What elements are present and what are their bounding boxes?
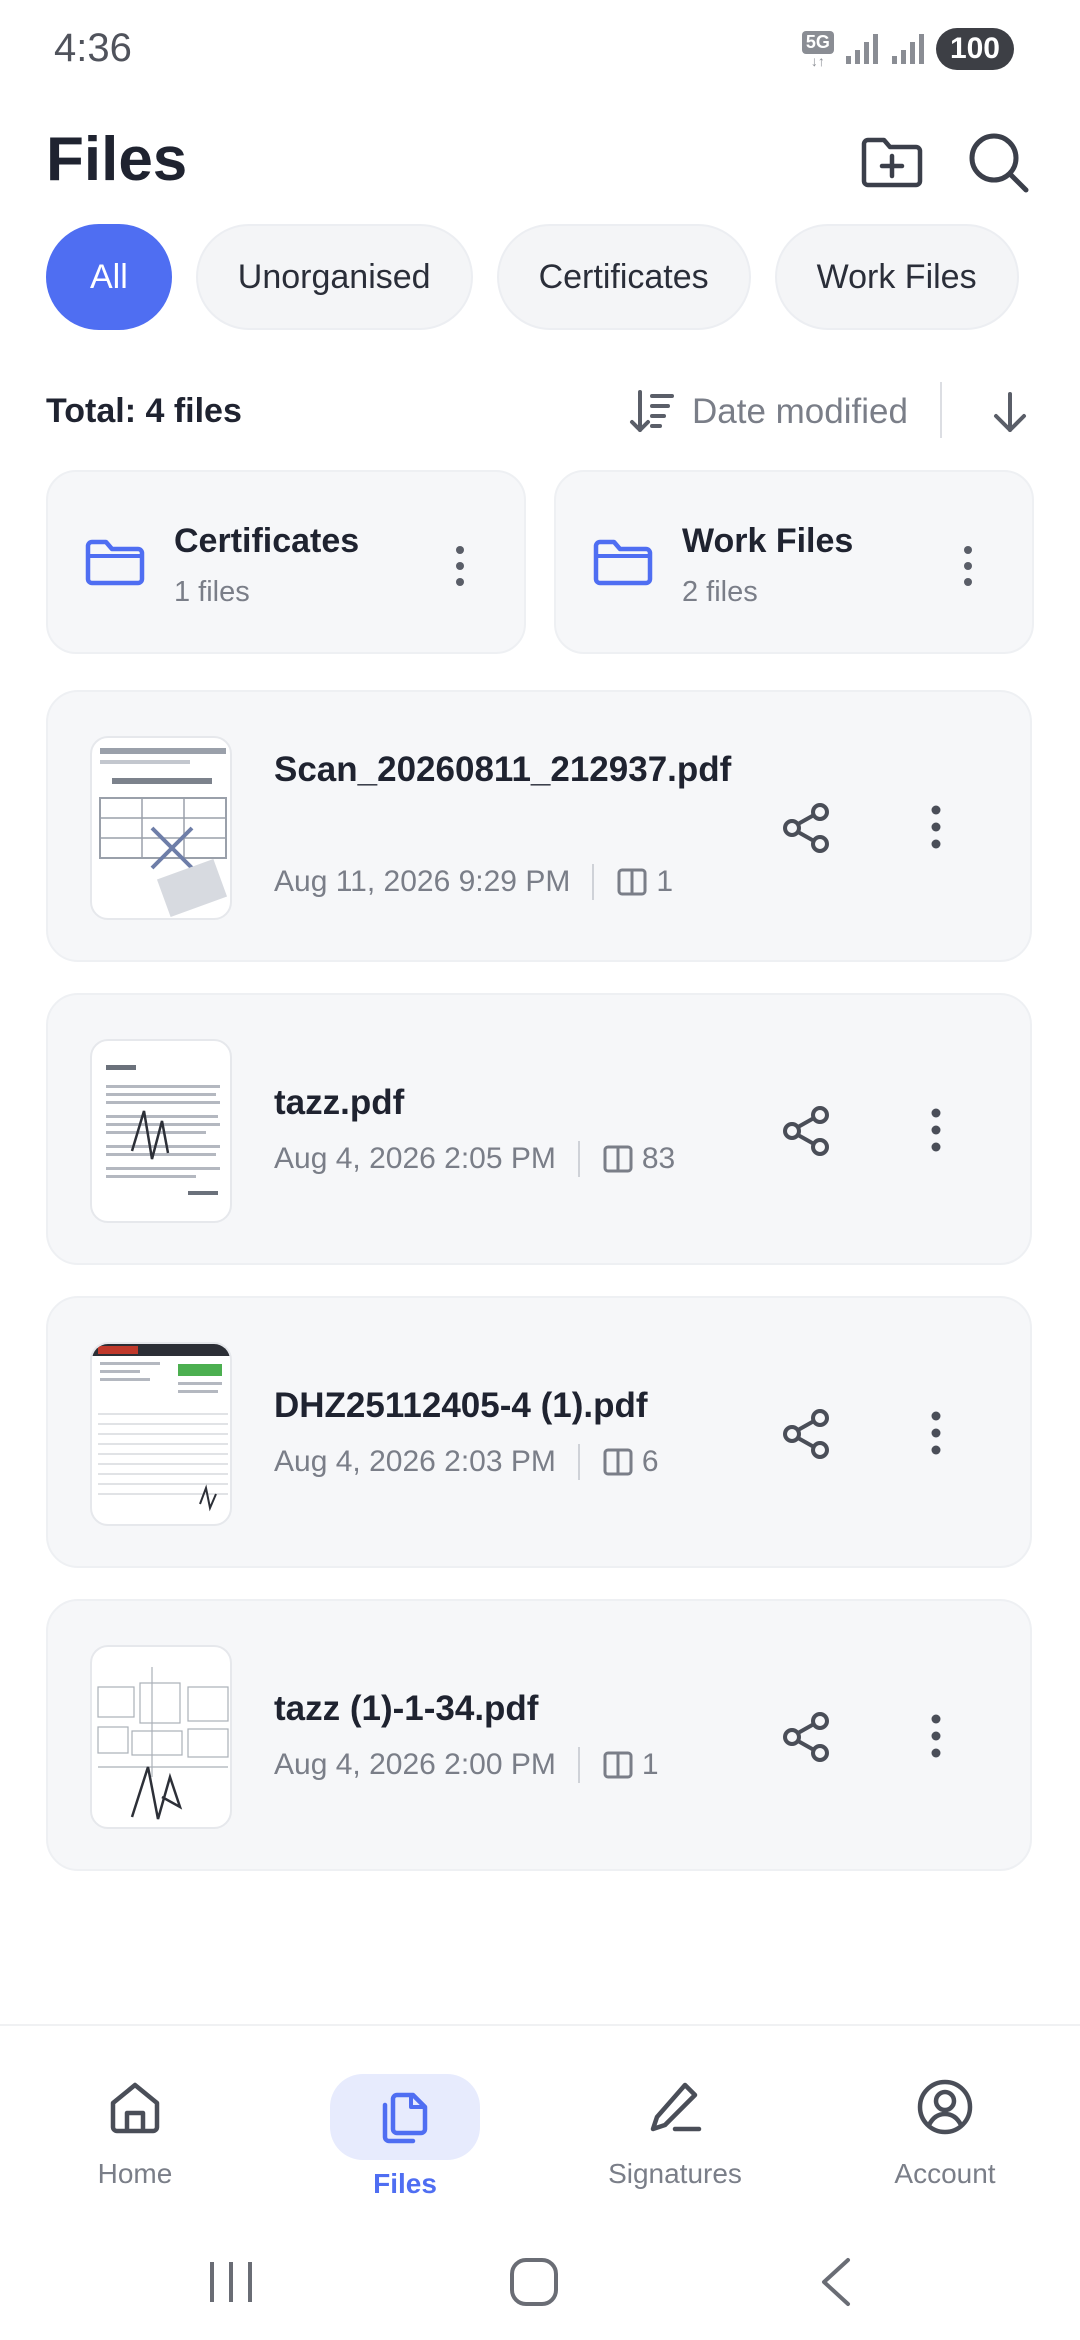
file-card[interactable]: tazz.pdf Aug 4, 2026 2:05 PM 83 xyxy=(46,993,1032,1265)
nav-icon-container xyxy=(330,2074,480,2160)
file-name: Scan_20260811_212937.pdf xyxy=(274,750,732,789)
meta-divider xyxy=(577,1444,580,1480)
folder-icon xyxy=(85,539,145,586)
more-vertical-icon[interactable] xyxy=(928,802,944,852)
file-card[interactable]: DHZ25112405-4 (1).pdf Aug 4, 2026 2:03 P… xyxy=(46,1296,1032,1568)
nav-home[interactable]: Home xyxy=(20,2046,250,2196)
more-vertical-icon[interactable] xyxy=(928,1105,944,1155)
pages-icon xyxy=(603,1751,633,1779)
folder-name: Work Files xyxy=(682,522,854,560)
file-meta: Aug 4, 2026 2:03 PM 6 xyxy=(274,1444,659,1480)
status-time: 4:36 xyxy=(54,26,132,70)
pen-icon xyxy=(650,2082,702,2132)
chip-all[interactable]: All xyxy=(46,224,172,330)
total-count: Total: 4 files xyxy=(46,392,242,430)
file-name: DHZ25112405-4 (1).pdf xyxy=(274,1386,648,1425)
page-count: 6 xyxy=(641,1445,659,1478)
more-vertical-icon[interactable] xyxy=(452,542,468,590)
page-count: 1 xyxy=(641,1748,659,1781)
more-vertical-icon[interactable] xyxy=(928,1408,944,1458)
file-meta: Aug 11, 2026 9:29 PM 1 xyxy=(274,864,673,900)
page-count: 83 xyxy=(641,1142,676,1175)
home-button-icon[interactable] xyxy=(508,2256,560,2308)
nav-icon-container xyxy=(600,2074,750,2140)
file-thumbnail xyxy=(90,1039,232,1223)
folder-card-certificates[interactable]: Certificates 1 files xyxy=(46,470,526,654)
file-meta: Aug 4, 2026 2:00 PM 1 xyxy=(274,1747,659,1783)
pages-icon xyxy=(603,1145,633,1173)
signal-icon-2 xyxy=(891,34,924,64)
nav-icon-container xyxy=(870,2074,1020,2140)
file-date: Aug 11, 2026 9:29 PM xyxy=(274,865,571,898)
signal-icon xyxy=(845,34,878,64)
nav-signatures[interactable]: Signatures xyxy=(560,2046,790,2196)
chip-work-files[interactable]: Work Files xyxy=(774,224,1019,330)
pages-icon xyxy=(603,1448,633,1476)
folder-count: 1 files xyxy=(174,576,250,608)
sort-label[interactable]: Date modified xyxy=(692,392,908,432)
nav-icon-container xyxy=(60,2074,210,2140)
sort-icon[interactable] xyxy=(626,386,678,438)
file-date: Aug 4, 2026 2:03 PM xyxy=(274,1445,556,1478)
system-nav-bar xyxy=(0,2224,1080,2340)
file-date: Aug 4, 2026 2:00 PM xyxy=(274,1748,556,1781)
nav-label: Home xyxy=(97,2158,173,2189)
more-vertical-icon[interactable] xyxy=(960,542,976,590)
file-name: tazz.pdf xyxy=(274,1083,405,1122)
meta-divider xyxy=(577,1141,580,1177)
sort-divider xyxy=(940,382,942,438)
nav-label: Signatures xyxy=(608,2158,742,2189)
page-title: Files xyxy=(46,125,188,194)
chip-certificates[interactable]: Certificates xyxy=(496,224,751,330)
file-thumbnail xyxy=(90,1645,232,1829)
meta-divider xyxy=(592,864,595,900)
more-vertical-icon[interactable] xyxy=(928,1711,944,1761)
chip-unorganised[interactable]: Unorganised xyxy=(195,224,473,330)
home-icon xyxy=(110,2082,160,2134)
nav-files[interactable]: Files xyxy=(290,2046,520,2199)
folder-count: 2 files xyxy=(682,576,758,608)
nav-account[interactable]: Account xyxy=(830,2046,1060,2196)
arrow-down-icon[interactable] xyxy=(984,386,1036,438)
folder-icon xyxy=(593,539,653,586)
file-meta: Aug 4, 2026 2:05 PM 83 xyxy=(274,1141,675,1177)
share-icon[interactable] xyxy=(778,1103,834,1159)
nav-label: Files xyxy=(373,2168,437,2199)
share-icon[interactable] xyxy=(778,1709,834,1765)
pages-icon xyxy=(617,868,647,896)
file-card[interactable]: Scan_20260811_212937.pdf Aug 11, 2026 9:… xyxy=(46,690,1032,962)
network-5g-icon: 5G ↓↑ xyxy=(801,30,834,68)
filter-chips: All Unorganised Certificates Work Files xyxy=(46,224,1019,330)
file-thumbnail xyxy=(90,1342,232,1526)
folder-card-work-files[interactable]: Work Files 2 files xyxy=(554,470,1034,654)
meta-divider xyxy=(577,1747,580,1783)
back-icon[interactable] xyxy=(816,2256,856,2308)
folder-name: Certificates xyxy=(174,522,360,560)
status-bar: 4:36 5G ↓↑ 100 xyxy=(0,0,1080,100)
recent-apps-icon[interactable] xyxy=(206,2256,256,2308)
account-icon xyxy=(917,2079,973,2135)
search-icon[interactable] xyxy=(962,126,1034,198)
page-count: 1 xyxy=(656,865,674,898)
file-date: Aug 4, 2026 2:05 PM xyxy=(274,1142,556,1175)
file-name: tazz (1)-1-34.pdf xyxy=(274,1689,539,1728)
nav-label: Account xyxy=(894,2158,996,2189)
files-icon xyxy=(382,2092,428,2144)
share-icon[interactable] xyxy=(778,1406,834,1462)
battery-indicator: 100 xyxy=(935,28,1014,70)
file-card[interactable]: tazz (1)-1-34.pdf Aug 4, 2026 2:00 PM 1 xyxy=(46,1599,1032,1871)
file-thumbnail xyxy=(90,736,232,920)
bottom-nav: Home Files Signatures Account xyxy=(0,2024,1080,2224)
share-icon[interactable] xyxy=(778,800,834,856)
new-folder-icon[interactable] xyxy=(856,126,928,198)
status-icons: 5G ↓↑ 100 xyxy=(801,28,1014,70)
